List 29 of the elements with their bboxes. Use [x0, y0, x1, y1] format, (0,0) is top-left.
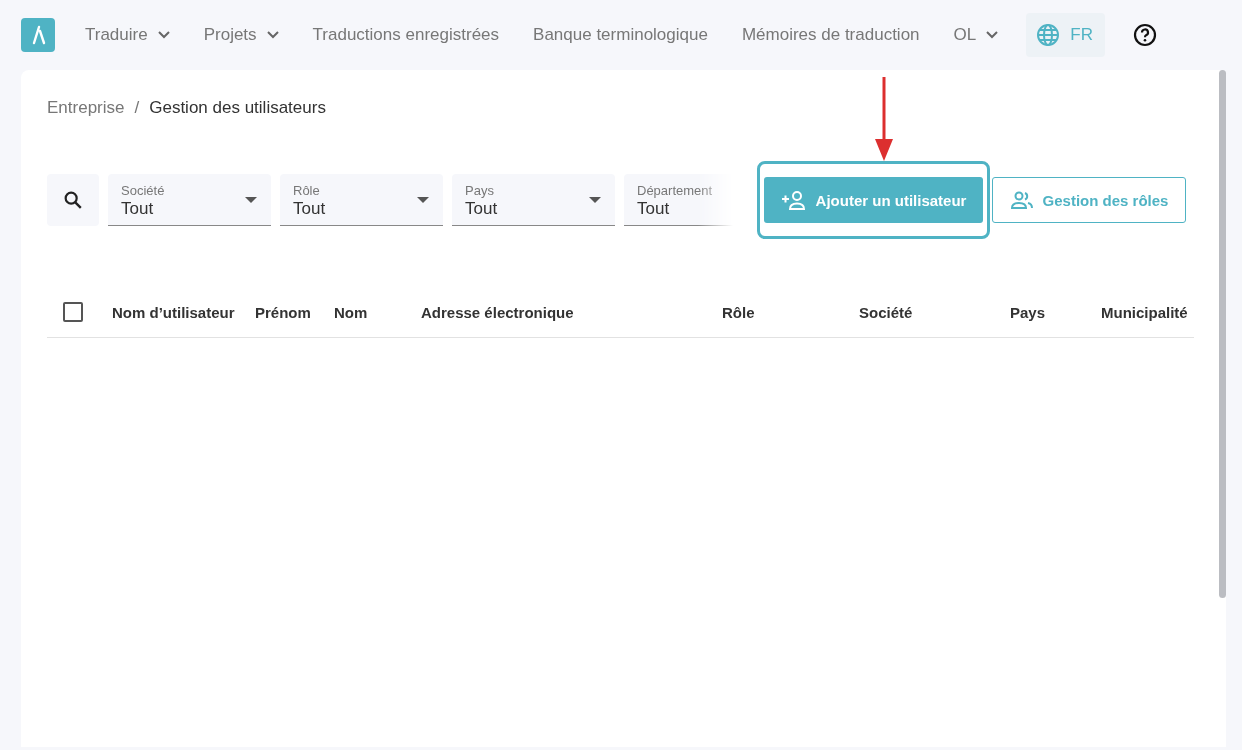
column-header[interactable]: Nom: [334, 303, 421, 321]
column-header[interactable]: Municipalité: [1101, 303, 1186, 321]
column-header[interactable]: Rôle: [722, 303, 859, 321]
breadcrumb-link[interactable]: Entreprise: [47, 98, 125, 118]
nav-menu-item[interactable]: Traductions enregistrées: [312, 25, 500, 45]
column-header[interactable]: Nom d’utilisateur: [112, 303, 255, 321]
filter-dropdown[interactable]: Société Tout: [108, 174, 271, 226]
column-header[interactable]: Prénom: [255, 303, 334, 321]
nav-menu-item[interactable]: OL: [953, 25, 999, 45]
column-header[interactable]: Société: [859, 303, 1010, 321]
breadcrumb-current: Gestion des utilisateurs: [149, 98, 326, 118]
nav-menu-item[interactable]: Projets: [203, 25, 279, 45]
filter-dropdown[interactable]: Département Tout: [624, 174, 733, 226]
filter-dropdown[interactable]: Rôle Tout: [280, 174, 443, 226]
select-all-checkbox[interactable]: [63, 302, 83, 322]
column-header[interactable]: Pays: [1010, 303, 1101, 321]
search-icon: [62, 189, 84, 211]
help-icon[interactable]: [1132, 23, 1157, 47]
globe-icon: [1036, 23, 1061, 47]
nav-menu-item[interactable]: Banque terminologique: [533, 25, 708, 45]
add-person-icon: [780, 190, 807, 210]
nav-menu-item[interactable]: Mémoires de traduction: [741, 25, 920, 45]
filter-dropdown[interactable]: Pays Tout: [452, 174, 615, 226]
scrollbar[interactable]: [1219, 70, 1226, 598]
people-icon: [1009, 190, 1034, 210]
search-button[interactable]: [47, 174, 99, 226]
column-header[interactable]: Adresse électronique: [421, 303, 722, 321]
nav-menu-item[interactable]: Traduire: [85, 25, 170, 45]
breadcrumb-separator: /: [134, 98, 140, 118]
